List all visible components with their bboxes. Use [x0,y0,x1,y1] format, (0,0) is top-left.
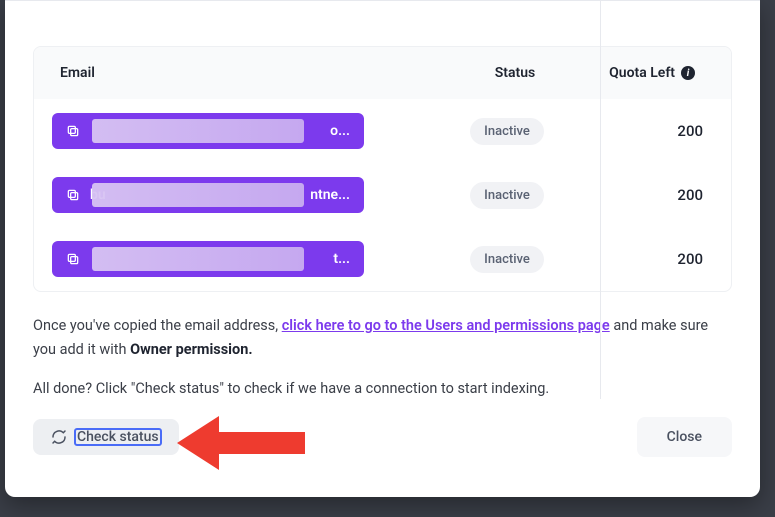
header-quota: Quota Left i [590,65,705,81]
table-header-row: Email Status Quota Left i [34,47,731,99]
instructions-text: Once you've copied the email address, cl… [33,314,732,362]
email-text: bu [90,187,300,203]
email-cell: o... [52,113,432,149]
copy-icon [66,252,80,266]
email-tail: t... [333,251,350,267]
modal-footer: Check status Close [5,397,760,481]
redaction-overlay [92,247,304,271]
divider [5,0,760,1]
quota-cell: 200 [582,186,713,204]
copy-icon [66,124,80,138]
check-status-button[interactable]: Check status [33,419,179,455]
confirm-text: All done? Click "Check status" to check … [33,380,732,397]
permissions-link[interactable]: click here to go to the Users and permis… [282,317,610,334]
redaction-overlay [92,119,304,143]
status-badge: Inactive [470,118,544,145]
header-quota-label: Quota Left [609,65,675,81]
email-cell: bu ntne... [52,177,432,213]
email-copy-chip[interactable]: bu ntne... [52,177,364,213]
table-row: o... Inactive 200 [34,99,731,163]
instructions-bold: Owner permission. [130,341,252,358]
table-row: bu ntne... Inactive 200 [34,163,731,227]
accounts-table: Email Status Quota Left i o... [33,46,732,292]
email-tail: o... [330,123,350,139]
status-cell: Inactive [432,118,582,145]
header-status: Status [440,65,590,81]
email-tail: ntne... [310,187,350,203]
status-cell: Inactive [432,246,582,273]
email-copy-chip[interactable]: o... [52,113,364,149]
status-badge: Inactive [470,182,544,209]
status-badge: Inactive [470,246,544,273]
table-row: t... Inactive 200 [34,227,731,291]
quota-cell: 200 [582,250,713,268]
close-button[interactable]: Close [637,417,732,457]
quota-cell: 200 [582,122,713,140]
refresh-icon [51,429,67,445]
instructions-pre: Once you've copied the email address, [33,317,282,334]
header-email: Email [60,65,440,81]
info-icon[interactable]: i [681,66,695,80]
email-copy-chip[interactable]: t... [52,241,364,277]
copy-icon [66,188,80,202]
email-cell: t... [52,241,432,277]
modal-body: Email Status Quota Left i o... [5,46,760,397]
status-cell: Inactive [432,182,582,209]
check-status-label: Check status [75,429,161,445]
modal-dialog: Email Status Quota Left i o... [5,0,760,497]
